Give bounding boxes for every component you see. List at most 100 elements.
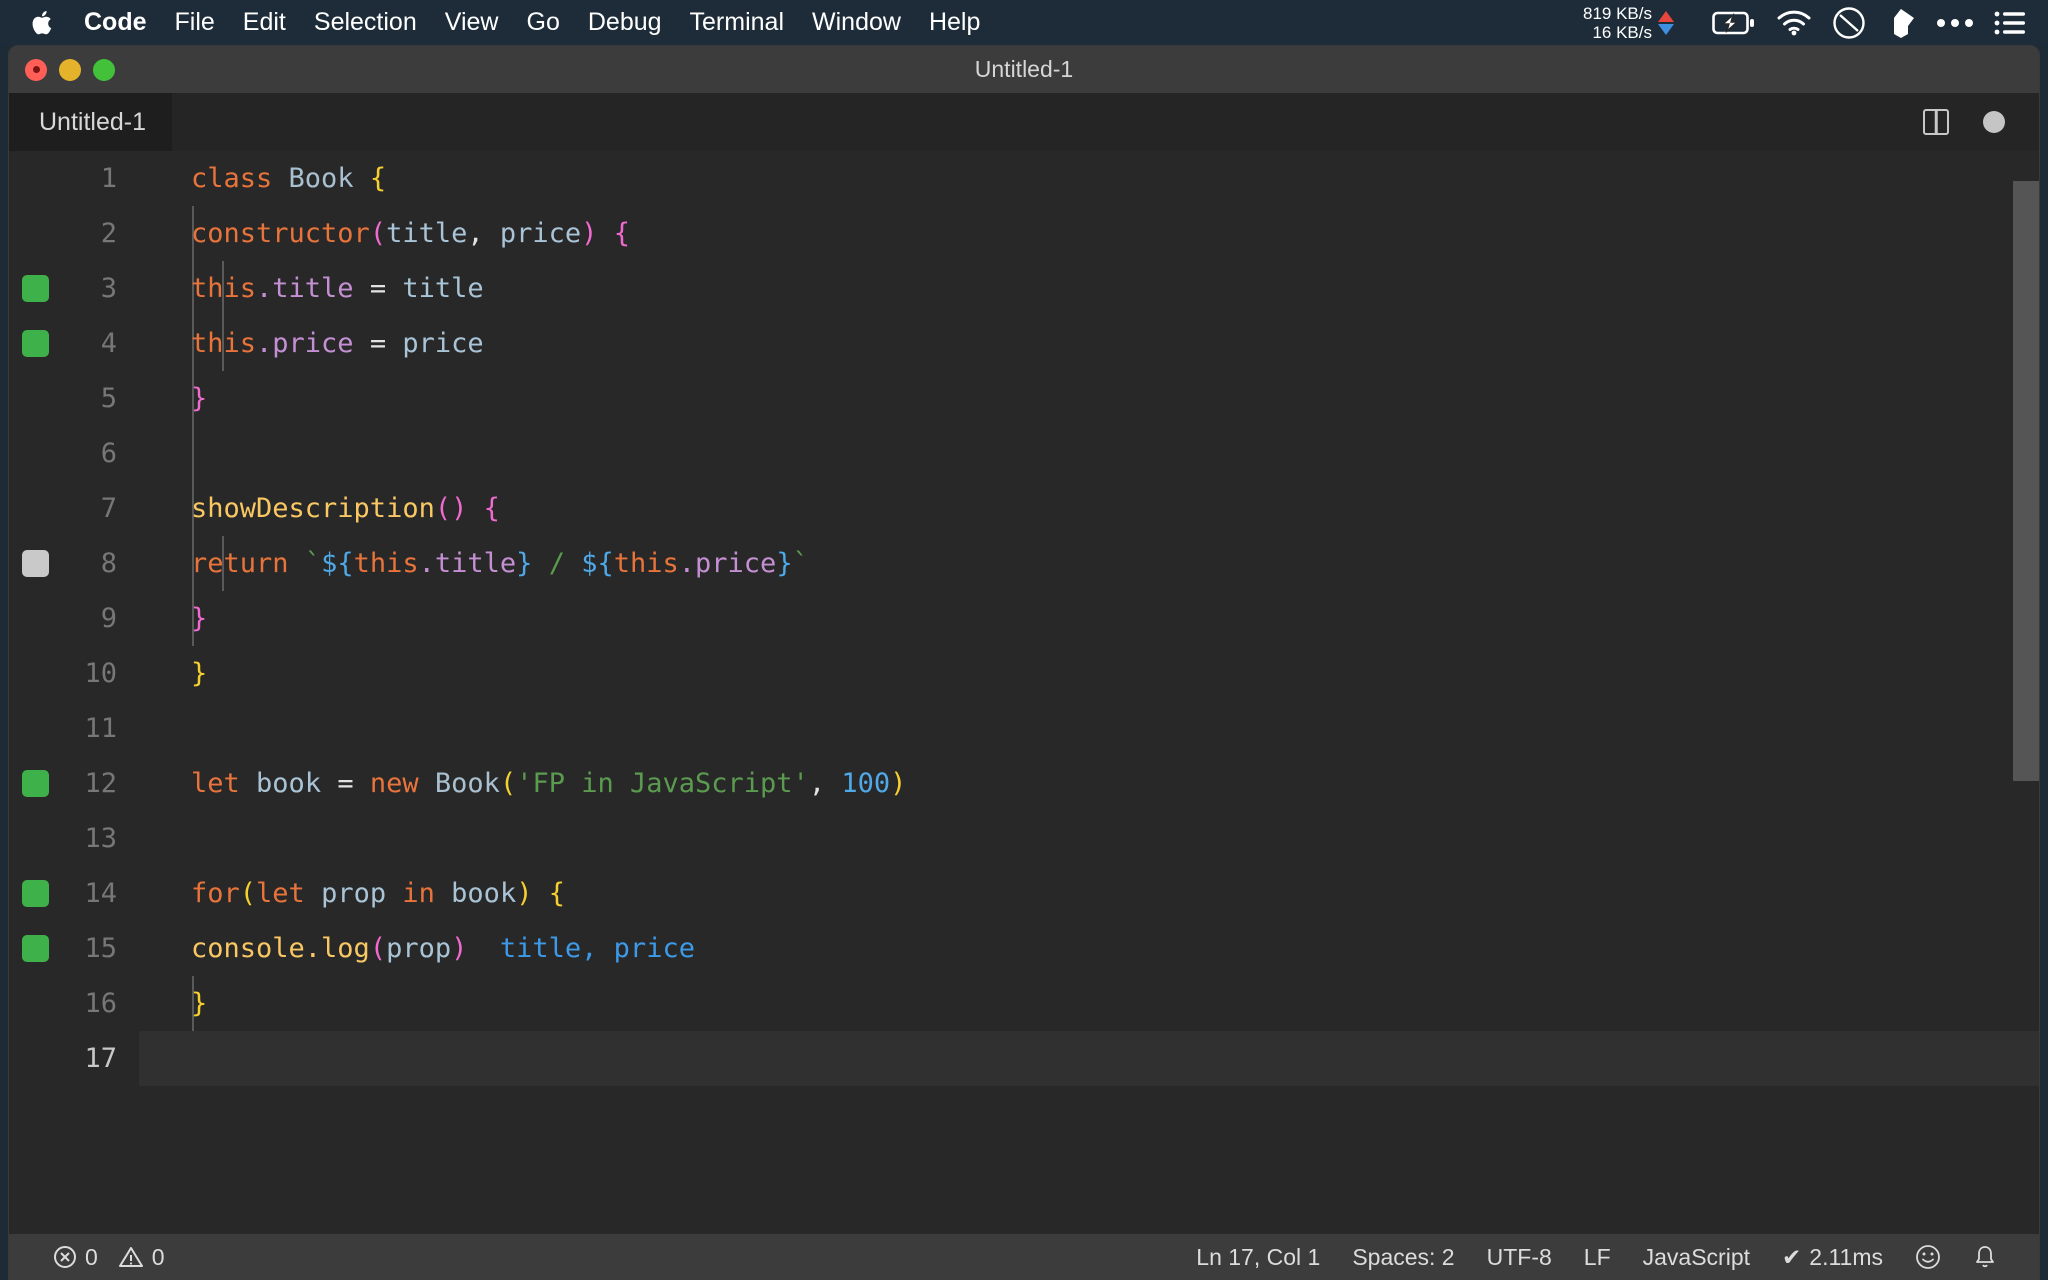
tab-label: Untitled-1 [39,107,146,136]
line-content[interactable]: this .price = price [139,316,2039,371]
line-content[interactable] [139,701,2039,756]
line-content[interactable]: } [139,591,2039,646]
editor-vertical-scrollbar[interactable] [2013,181,2039,781]
line-content[interactable]: } [139,646,2039,701]
language-mode[interactable]: JavaScript [1627,1244,1766,1271]
eol-sequence[interactable]: LF [1568,1244,1627,1271]
apple-logo-icon[interactable] [30,8,56,38]
menu-item-go[interactable]: Go [513,0,574,45]
macos-menu-bar: Code File Edit Selection View Go Debug T… [0,0,2048,45]
status-bar: 0 0 Ln 17, Col 1 Spaces: 2 UTF-8 LF Java… [9,1234,2039,1280]
line-number: 5 [100,383,117,414]
code-line[interactable]: 3 this .title = title [9,261,2039,316]
line-content[interactable]: let book = new Book('FP in JavaScript', … [139,756,2039,811]
line-number: 9 [100,603,117,634]
live-status-marker [22,770,49,797]
split-editor-icon[interactable] [1923,109,1949,135]
bell-icon[interactable] [1957,1244,2013,1270]
code-line[interactable]: 15 console.log(prop) title, price [9,921,2039,976]
problems-status[interactable]: 0 0 [37,1244,181,1271]
menu-item-view[interactable]: View [431,0,513,45]
line-number: 6 [100,438,117,469]
line-number: 10 [84,658,117,689]
error-circle-icon [53,1244,77,1271]
wifi-icon[interactable] [1776,10,1812,36]
line-number: 13 [84,823,117,854]
battery-charging-icon[interactable] [1712,10,1756,36]
code-line[interactable]: 16 } [9,976,2039,1031]
line-content[interactable] [139,1031,2039,1086]
code-line[interactable]: 10 } [9,646,2039,701]
line-number: 11 [84,713,117,744]
run-time-status[interactable]: ✔ 2.11ms [1766,1244,1899,1271]
line-content[interactable]: showDescription() { [139,481,2039,536]
line-content[interactable]: } [139,976,2039,1031]
code-line[interactable]: 1 class Book { [9,151,2039,206]
line-content[interactable]: return ` ${this .title} / ${this .price} ` [139,536,2039,591]
code-line-active[interactable]: 17 [9,1031,2039,1086]
code-line[interactable]: 4 this .price = price [9,316,2039,371]
line-content[interactable]: class Book { [139,151,2039,206]
smiley-icon[interactable] [1899,1244,1957,1270]
menu-item-selection[interactable]: Selection [300,0,431,45]
line-number: 17 [84,1043,117,1074]
checkmark-icon: ✔ [1782,1243,1802,1270]
line-content[interactable] [139,811,2039,866]
network-speed-indicator[interactable]: 819 KB/s 16 KB/s [1583,4,1674,42]
menu-item-terminal[interactable]: Terminal [676,0,798,45]
line-content[interactable]: } [139,371,2039,426]
indentation[interactable]: Spaces: 2 [1336,1244,1470,1271]
cursor-position[interactable]: Ln 17, Col 1 [1180,1244,1336,1271]
menu-item-help[interactable]: Help [915,0,994,45]
code-line[interactable]: 7 showDescription() { [9,481,2039,536]
live-status-marker [22,275,49,302]
menu-item-code[interactable]: Code [78,0,161,45]
minimize-button[interactable] [59,58,81,81]
unsaved-indicator-dot[interactable] [1983,111,2005,133]
live-status-marker [22,935,49,962]
code-line[interactable]: 14 for(let prop in book) { [9,866,2039,921]
error-count: 0 [85,1243,98,1270]
menu-item-edit[interactable]: Edit [229,0,300,45]
line-content[interactable]: for(let prop in book) { [139,866,2039,921]
traffic-light-buttons [25,58,115,81]
menu-bar-tray: 819 KB/s 16 KB/s [1583,0,2048,45]
run-time-label: 2.11ms [1809,1243,1883,1270]
dropbox-icon[interactable] [1886,7,1916,39]
menu-bar-items: Code File Edit Selection View Go Debug T… [0,0,994,45]
line-number: 7 [100,493,117,524]
line-content[interactable]: console.log(prop) title, price [139,921,2039,976]
close-button[interactable] [25,58,47,81]
line-number: 16 [84,988,117,1019]
menu-item-debug[interactable]: Debug [574,0,676,45]
encoding[interactable]: UTF-8 [1471,1244,1568,1271]
code-line[interactable]: 8 return ` ${this .title} / ${this .price} ` [9,536,2039,591]
code-line[interactable]: 9 } [9,591,2039,646]
line-content[interactable] [139,426,2039,481]
maximize-button[interactable] [93,58,115,81]
live-status-marker [22,330,49,357]
line-number: 1 [100,163,117,194]
status-bar-right: Ln 17, Col 1 Spaces: 2 UTF-8 LF JavaScri… [1180,1244,2039,1271]
code-line[interactable]: 6 [9,426,2039,481]
vscode-window: Untitled-1 Untitled-1 1 class Book { 2 c… [8,45,2040,1280]
menu-item-file[interactable]: File [161,0,229,45]
code-line[interactable]: 13 [9,811,2039,866]
code-line[interactable]: 5 } [9,371,2039,426]
code-line[interactable]: 2 constructor(title, price) { [9,206,2039,261]
code-line[interactable]: 11 [9,701,2039,756]
code-lines: 1 class Book { 2 constructor(title, pric… [9,151,2039,1235]
upload-speed-label: 819 KB/s [1583,3,1652,23]
line-content[interactable]: constructor(title, price) { [139,206,2039,261]
line-content[interactable]: this .title = title [139,261,2039,316]
ellipsis-icon[interactable] [1936,17,1974,29]
inline-value-hint: title, price [499,933,695,964]
menu-item-window[interactable]: Window [798,0,915,45]
control-center-list-icon[interactable] [1994,10,2026,36]
code-editor[interactable]: 1 class Book { 2 constructor(title, pric… [9,151,2039,1235]
code-line[interactable]: 12 let book = new Book('FP in JavaScript… [9,756,2039,811]
tab-untitled-1[interactable]: Untitled-1 [9,93,173,151]
editor-actions [1923,93,2039,151]
do-not-disturb-icon[interactable] [1832,6,1866,40]
window-title: Untitled-1 [974,56,1074,82]
